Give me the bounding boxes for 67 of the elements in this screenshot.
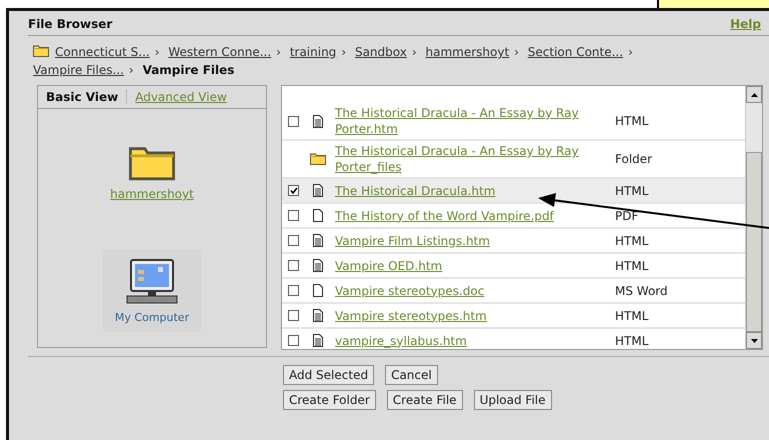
file-link[interactable]: The Historical Dracula - An Essay by Ray Porter_files [335, 143, 603, 175]
window-title: File Browser [28, 17, 112, 31]
checkbox[interactable] [288, 335, 299, 346]
folder-icon [310, 153, 326, 165]
current-folder: Vampire Files [142, 63, 234, 77]
checkbox[interactable] [288, 116, 299, 126]
document-icon [313, 334, 323, 347]
place-tile[interactable]: My Computer [102, 249, 202, 332]
file-type: Folder [615, 152, 652, 166]
breadcrumb-link[interactable]: Sandbox [354, 45, 407, 59]
action-button[interactable]: Add Selected [283, 365, 374, 385]
checkbox[interactable] [288, 185, 299, 196]
chevron-separator: › [628, 45, 633, 59]
place-link[interactable]: My Computer [114, 311, 190, 324]
checkmark-icon [290, 187, 298, 194]
chevron-separator: › [128, 63, 134, 77]
breadcrumb-link[interactable]: hammershoyt [425, 45, 510, 59]
scroll-down-icon[interactable] [750, 338, 758, 342]
file-link[interactable]: Vampire Film Listings.htm [335, 232, 603, 248]
file-type: HTML [615, 308, 648, 322]
chevron-separator: › [154, 45, 160, 59]
file-type: HTML [615, 334, 648, 348]
document-icon [313, 234, 323, 247]
chevron-separator: › [412, 45, 417, 59]
breadcrumb-link[interactable]: Section Conte... [528, 45, 624, 59]
action-button[interactable]: Create File [386, 390, 463, 410]
checkbox[interactable] [288, 310, 299, 321]
checkbox[interactable] [288, 285, 299, 296]
document-icon [313, 184, 323, 197]
scrollbar[interactable] [745, 86, 762, 349]
chevron-separator: › [276, 45, 281, 59]
file-link[interactable]: The Historical Dracula - An Essay by Ray Porter.htm [335, 105, 603, 137]
chevron-separator: › [341, 45, 346, 59]
file-link[interactable]: The History of the Word Vampire.pdf [335, 208, 603, 224]
folder-icon [33, 45, 49, 57]
checkbox[interactable] [288, 260, 299, 271]
action-button[interactable]: Cancel [385, 365, 438, 385]
file-link[interactable]: Vampire stereotypes.htm [335, 308, 603, 324]
scroll-thumb[interactable] [746, 152, 762, 332]
document-icon [313, 309, 323, 322]
file-type: PDF [615, 208, 638, 222]
scroll-up-icon[interactable] [750, 92, 758, 96]
document-icon [313, 259, 323, 272]
action-button[interactable]: Create Folder [283, 390, 376, 410]
document-icon [313, 114, 323, 128]
breadcrumb-link[interactable]: training [290, 45, 336, 59]
blank-page-icon [313, 284, 323, 297]
file-link[interactable]: Vampire stereotypes.doc [335, 282, 603, 298]
folder-icon [128, 145, 175, 181]
file-row[interactable]: The Historical Dracula.htm HTML [282, 179, 745, 204]
chevron-separator: › [514, 45, 519, 59]
file-link[interactable]: vampire_syllabus.htm [335, 332, 603, 348]
file-type: HTML [615, 114, 648, 128]
breadcrumb-link[interactable]: Vampire Files... [33, 63, 124, 77]
file-type: MS Word [615, 284, 668, 298]
file-type: HTML [615, 184, 648, 198]
file-link[interactable]: Vampire OED.htm [335, 258, 603, 274]
action-button[interactable]: Upload File [474, 390, 552, 410]
file-type: HTML [615, 234, 648, 248]
blank-page-icon [313, 209, 323, 222]
file-type: HTML [615, 258, 648, 272]
view-tab[interactable]: Basic View [38, 90, 128, 104]
breadcrumb-link[interactable]: Western Conne... [168, 45, 272, 59]
checkbox[interactable] [288, 235, 299, 246]
breadcrumb-link[interactable]: Connecticut S... [55, 45, 150, 59]
computer-icon [126, 259, 178, 305]
checkbox[interactable] [288, 210, 299, 221]
